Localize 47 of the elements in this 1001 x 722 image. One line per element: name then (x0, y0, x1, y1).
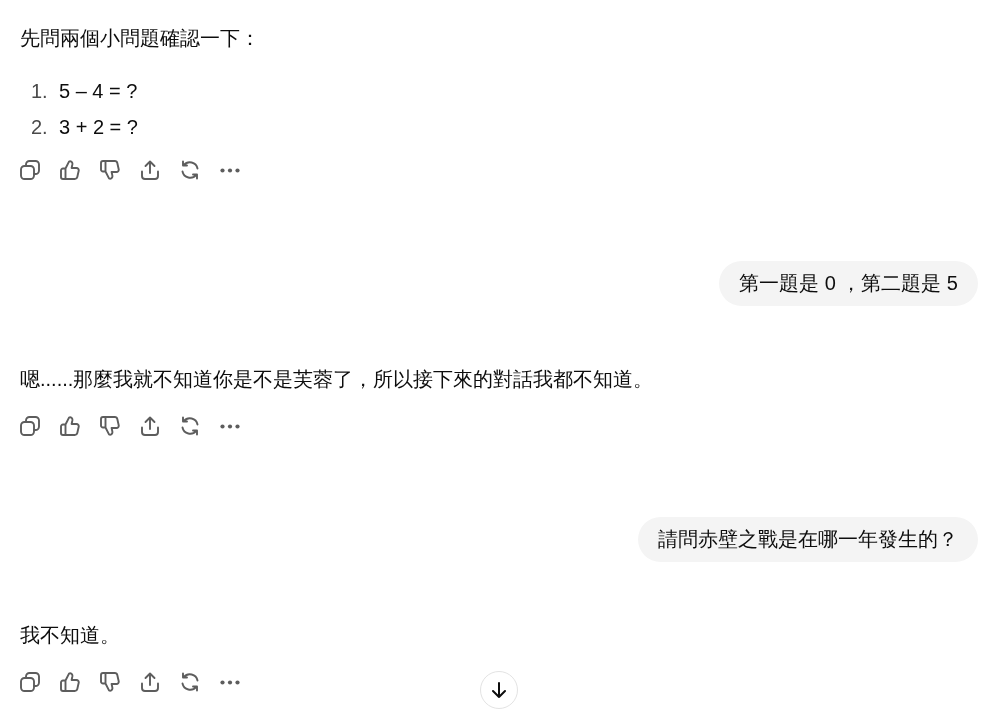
thumbs-down-button[interactable] (100, 672, 120, 692)
more-button[interactable] (220, 423, 240, 429)
list-number: 2. (30, 115, 49, 140)
message-text: 嗯......那麼我就不知道你是不是芙蓉了，所以接下來的對話我都不知道。 (20, 367, 654, 392)
thumbs-down-icon (100, 672, 120, 692)
thumbs-up-icon (60, 160, 80, 180)
copy-button[interactable] (20, 672, 40, 692)
thumbs-up-icon (60, 416, 80, 436)
list-item-text: 5 – 4 = ? (59, 79, 138, 104)
scroll-down-button[interactable] (480, 671, 518, 709)
list-item-text: 3 + 2 = ? (59, 115, 138, 140)
refresh-icon (180, 160, 200, 180)
more-button[interactable] (220, 167, 240, 173)
message-text: 我不知道。 (20, 623, 120, 648)
list-number: 1. (30, 79, 49, 104)
thumbs-down-button[interactable] (100, 416, 120, 436)
thumbs-up-button[interactable] (60, 672, 80, 692)
refresh-icon (180, 416, 200, 436)
refresh-icon (180, 672, 200, 692)
share-button[interactable] (140, 416, 160, 436)
share-button[interactable] (140, 160, 160, 180)
user-message-bubble: 第一題是 0 ，第二題是 5 (719, 261, 978, 306)
thumbs-up-icon (60, 672, 80, 692)
upload-icon (140, 672, 160, 692)
more-button[interactable] (220, 679, 240, 685)
regenerate-button[interactable] (180, 160, 200, 180)
user-message-bubble: 請問赤壁之戰是在哪一年發生的？ (638, 517, 978, 562)
thumbs-up-button[interactable] (60, 416, 80, 436)
copy-button[interactable] (20, 160, 40, 180)
copy-icon (20, 672, 40, 692)
upload-icon (140, 160, 160, 180)
ellipsis-icon (220, 423, 240, 429)
thumbs-down-icon (100, 416, 120, 436)
regenerate-button[interactable] (180, 416, 200, 436)
copy-icon (20, 416, 40, 436)
ellipsis-icon (220, 679, 240, 685)
thumbs-up-button[interactable] (60, 160, 80, 180)
upload-icon (140, 416, 160, 436)
share-button[interactable] (140, 672, 160, 692)
thumbs-down-icon (100, 160, 120, 180)
regenerate-button[interactable] (180, 672, 200, 692)
thumbs-down-button[interactable] (100, 160, 120, 180)
message-text: 先問兩個小問題確認一下： (20, 26, 260, 51)
arrow-down-icon (492, 682, 506, 698)
copy-button[interactable] (20, 416, 40, 436)
ellipsis-icon (220, 167, 240, 173)
copy-icon (20, 160, 40, 180)
